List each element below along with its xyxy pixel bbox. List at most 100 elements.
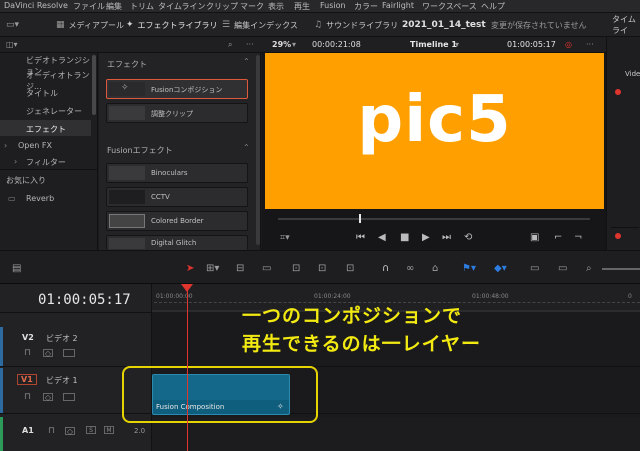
effects-list-panel: エフェクト ✧ Fusionコンポジション 調整クリップ Fusionエフェクト…: [99, 53, 261, 250]
lock-icon[interactable]: ⊓: [24, 348, 31, 358]
ruler-mark-1: 01:00:24:00: [314, 293, 351, 300]
adjustment-thumb: [109, 106, 145, 120]
effects-scrollbar[interactable]: [256, 55, 260, 245]
video-tab[interactable]: Vide: [625, 70, 640, 78]
timeline-view-icon[interactable]: ▤: [12, 263, 21, 274]
menu-clip[interactable]: クリップ: [206, 1, 238, 12]
insert-clip-icon[interactable]: ⊡: [292, 263, 300, 274]
category-filter[interactable]: フィルター: [26, 157, 66, 168]
zoom-full-icon[interactable]: ▭: [530, 263, 539, 274]
loop-icon[interactable]: ⟲: [464, 232, 472, 243]
menu-trim[interactable]: トリム: [130, 1, 154, 12]
timeline-name[interactable]: Timeline 1: [410, 40, 457, 49]
video-toggle-icon[interactable]: [63, 393, 75, 401]
selection-tool-icon[interactable]: ➤: [186, 263, 194, 274]
mark-in-icon[interactable]: ⌐: [554, 232, 562, 243]
go-to-end-icon[interactable]: ⏭: [442, 232, 451, 243]
menu-timeline[interactable]: タイムライン: [158, 1, 205, 12]
category-openfx[interactable]: Open FX: [18, 141, 52, 150]
track-v2-name[interactable]: ビデオ 2: [46, 333, 78, 344]
zoom-level[interactable]: 29%: [272, 40, 291, 49]
effect-colored-border[interactable]: Colored Border: [106, 211, 248, 231]
red-dot-icon: [615, 89, 621, 95]
snapping-icon[interactable]: ∩: [382, 263, 389, 274]
auto-select-icon[interactable]: ◇: [43, 393, 53, 402]
collapse-fusion-icon[interactable]: ⌃: [243, 143, 250, 152]
effect-binoculars[interactable]: Binoculars: [106, 163, 248, 183]
left-scrollbar[interactable]: [92, 55, 96, 115]
sound-library-button[interactable]: ♫ サウンドライブラリ: [314, 18, 398, 32]
menu-file[interactable]: ファイル: [73, 1, 105, 12]
viewer-options-icon[interactable]: ···: [586, 40, 594, 49]
media-pool-button[interactable]: ▦ メディアプール: [56, 18, 124, 32]
replace-clip-icon[interactable]: ⊡: [346, 263, 354, 274]
stop-icon[interactable]: ■: [400, 232, 409, 243]
go-to-start-icon[interactable]: ⏮: [356, 232, 365, 243]
mute-button[interactable]: M: [104, 426, 114, 434]
category-titles[interactable]: タイトル: [26, 88, 58, 99]
lock-icon[interactable]: ⊓: [24, 392, 31, 402]
menu-mark[interactable]: マーク: [240, 1, 264, 12]
panel-toggle-button[interactable]: ▭▾: [6, 18, 19, 32]
menu-playback[interactable]: 再生: [294, 1, 310, 12]
category-effects[interactable]: エフェクト: [26, 124, 66, 135]
zoom-custom-icon[interactable]: ⌕: [586, 263, 592, 274]
menu-view[interactable]: 表示: [268, 1, 284, 12]
blade-tool-icon[interactable]: ▭: [262, 263, 271, 274]
playhead-line[interactable]: [187, 288, 188, 451]
trim-tool-icon[interactable]: ⊞▾: [206, 263, 219, 274]
effect-digital-glitch[interactable]: Digital Glitch: [106, 235, 248, 250]
play-icon[interactable]: ▶: [422, 232, 430, 243]
position-lock-icon[interactable]: ⌂: [432, 263, 438, 274]
menu-fusion[interactable]: Fusion: [320, 1, 346, 10]
mark-out-icon[interactable]: ¬: [574, 232, 582, 243]
menu-help[interactable]: ヘルプ: [481, 1, 505, 12]
track-v1-id[interactable]: V1: [17, 374, 37, 385]
menu-app[interactable]: DaVinci Resolve: [4, 1, 68, 10]
track-v2[interactable]: V2 ビデオ 2 ⊓ ◇: [0, 327, 152, 367]
zoom-slider[interactable]: [602, 268, 640, 270]
collapse-chevron-icon[interactable]: ⌃: [243, 57, 250, 66]
effect-cctv[interactable]: CCTV: [106, 187, 248, 207]
video-toggle-icon[interactable]: [63, 349, 75, 357]
flag-icon[interactable]: ⚑▾: [462, 263, 476, 274]
timeline-tracks-area[interactable]: 01:00:00:00 01:00:24:00 01:00:48:00 0 Fu…: [122, 284, 640, 451]
more-icon[interactable]: ···: [246, 40, 254, 49]
link-icon[interactable]: ∞: [406, 263, 414, 274]
favorite-reverb[interactable]: Reverb: [26, 194, 54, 203]
reverse-play-icon[interactable]: ◀: [378, 232, 386, 243]
scrubber-handle[interactable]: [359, 214, 361, 223]
filter-chevron-icon[interactable]: ›: [14, 157, 17, 166]
solo-button[interactable]: S: [86, 426, 96, 434]
match-frame-icon[interactable]: ▣: [530, 232, 539, 243]
panel-toggle-icon[interactable]: ◫▾: [6, 40, 18, 49]
viewer-frame[interactable]: pic5: [265, 53, 604, 209]
menu-edit[interactable]: 編集: [106, 1, 122, 12]
viewer-scrubber[interactable]: [278, 218, 590, 220]
viewer-content-text: pic5: [357, 83, 512, 157]
category-generators[interactable]: ジェネレーター: [26, 106, 82, 117]
marker-icon[interactable]: ◆▾: [494, 263, 507, 274]
timeline-panel-label[interactable]: タイムライ: [612, 15, 640, 35]
dynamic-trim-icon[interactable]: ⊟: [236, 263, 244, 274]
effects-library-button[interactable]: ✦ エフェクトライブラリ: [126, 18, 218, 32]
lock-icon[interactable]: ⊓: [48, 426, 55, 436]
menu-workspace[interactable]: ワークスペース: [422, 1, 477, 12]
menu-color[interactable]: カラー: [354, 1, 378, 12]
edit-index-button[interactable]: ☰ 編集インデックス: [222, 18, 298, 32]
viewer-mode-icon[interactable]: ⌗▾: [280, 233, 290, 243]
track-v1-name[interactable]: ビデオ 1: [46, 375, 78, 386]
effect-fusion-composition[interactable]: ✧ Fusionコンポジション: [106, 79, 248, 99]
auto-select-icon[interactable]: ◇: [65, 427, 75, 436]
source-timecode: 00:00:21:08: [312, 40, 361, 49]
effect-adjustment-clip[interactable]: 調整クリップ: [106, 103, 248, 123]
zoom-detail-icon[interactable]: ▭: [558, 263, 567, 274]
overwrite-clip-icon[interactable]: ⊡: [318, 263, 326, 274]
search-icon[interactable]: ⌕: [228, 40, 232, 50]
auto-select-icon[interactable]: ◇: [43, 349, 53, 358]
expand-chevron-icon[interactable]: ›: [4, 141, 7, 150]
zoom-dropdown-icon[interactable]: ▾: [292, 40, 296, 49]
render-icon[interactable]: ◎: [565, 40, 572, 49]
menu-fairlight[interactable]: Fairlight: [382, 1, 414, 10]
timeline-dropdown-icon[interactable]: ▾: [455, 40, 459, 49]
